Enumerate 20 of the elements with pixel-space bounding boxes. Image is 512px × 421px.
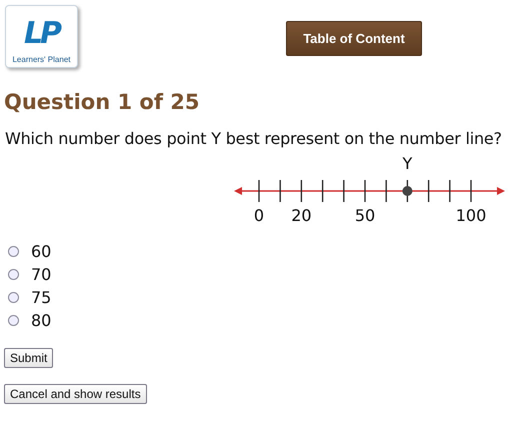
radio-button[interactable]: [8, 246, 19, 257]
radio-button[interactable]: [8, 292, 19, 303]
option-label[interactable]: 70: [31, 265, 52, 284]
tick-label: 50: [354, 206, 376, 225]
question-heading: Question 1 of 25: [4, 90, 200, 114]
question-text: Which number does point Y best represent on the number line?: [5, 129, 503, 148]
option-label[interactable]: 60: [31, 242, 52, 261]
point-marker: [402, 186, 412, 196]
radio-button[interactable]: [8, 315, 19, 326]
cancel-button[interactable]: Cancel and show results: [4, 384, 147, 404]
tick-label: 0: [254, 206, 264, 225]
logo: LP Learners' Planet: [5, 5, 78, 68]
table-of-content-button[interactable]: Table of Content: [286, 21, 422, 56]
option-label[interactable]: 75: [31, 288, 52, 307]
submit-button[interactable]: Submit: [4, 348, 54, 368]
tick-label: 20: [291, 206, 312, 225]
radio-button[interactable]: [8, 269, 19, 280]
tick-label: 100: [456, 206, 486, 225]
point-label: Y: [402, 154, 412, 173]
option-label[interactable]: 80: [31, 311, 52, 330]
